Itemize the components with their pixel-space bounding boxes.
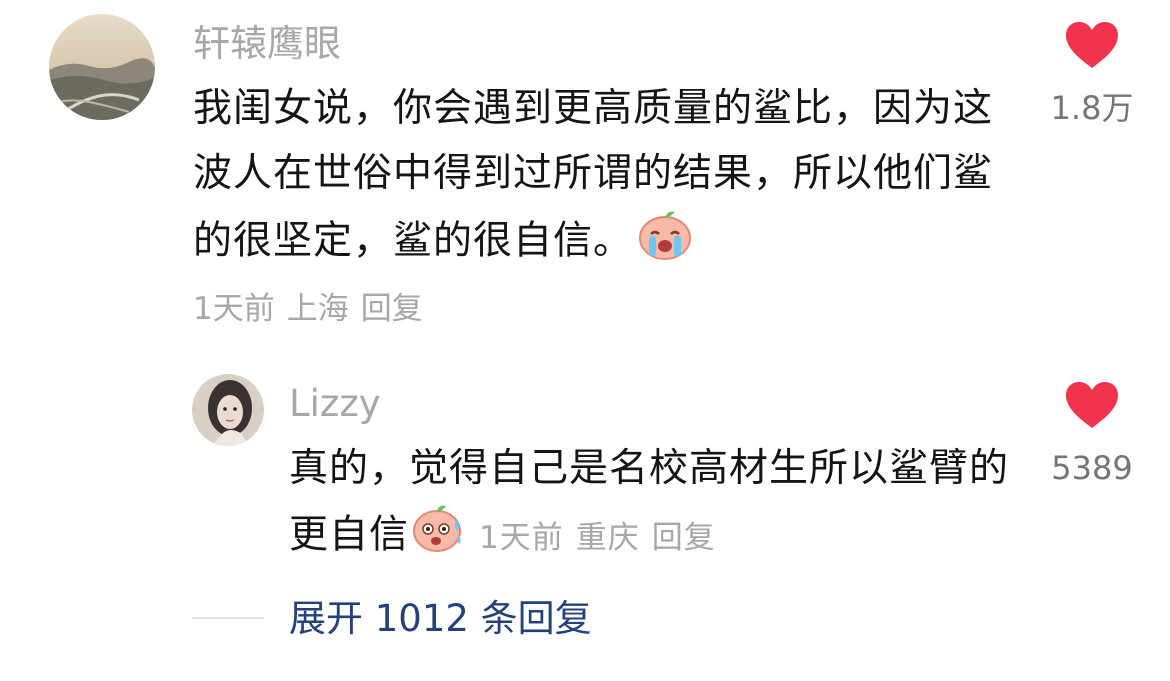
expand-replies-button[interactable]: 展开 1012 条回复 xyxy=(289,596,592,642)
comment-location: 上海 xyxy=(286,291,349,327)
reply-like-count: 5389 xyxy=(1051,449,1133,487)
comment-time: 1天前 xyxy=(193,291,275,327)
commenter-username[interactable]: 轩辕鹰眼 xyxy=(193,20,341,68)
reply-text: 真的，觉得自己是名校高材生所以鲨臂的更自信 1天前 重庆 回复 xyxy=(289,436,1009,573)
reply-username[interactable]: Lizzy xyxy=(289,380,381,428)
comment-body: 我闺女说，你会遇到更高质量的鲨比，因为这波人在世俗中得到过所谓的结果，所以他们鲨… xyxy=(193,86,994,264)
reply-reply-button[interactable]: 回复 xyxy=(652,520,716,556)
crying-face-emoji-icon xyxy=(637,206,693,280)
reply-location: 重庆 xyxy=(575,519,640,556)
expand-divider xyxy=(192,617,264,619)
reply-like-button[interactable] xyxy=(1064,380,1120,430)
comment-reply-button[interactable]: 回复 xyxy=(361,291,423,327)
reply-time: 1天前 xyxy=(479,519,564,556)
comment-text: 我闺女说，你会遇到更高质量的鲨比，因为这波人在世俗中得到过所谓的结果，所以他们鲨… xyxy=(193,76,993,280)
heart-icon xyxy=(1066,22,1118,68)
heart-icon xyxy=(1066,382,1118,428)
commenter-avatar[interactable] xyxy=(49,14,155,120)
sweating-face-emoji-icon xyxy=(411,501,465,573)
reply-avatar[interactable] xyxy=(192,374,264,446)
comment-like-button[interactable] xyxy=(1064,20,1120,70)
comment-like-count: 1.8万 xyxy=(1050,89,1134,127)
comment-meta: 1天前 上海 回复 xyxy=(193,288,435,330)
reply-meta: 1天前 重庆 回复 xyxy=(479,520,728,556)
